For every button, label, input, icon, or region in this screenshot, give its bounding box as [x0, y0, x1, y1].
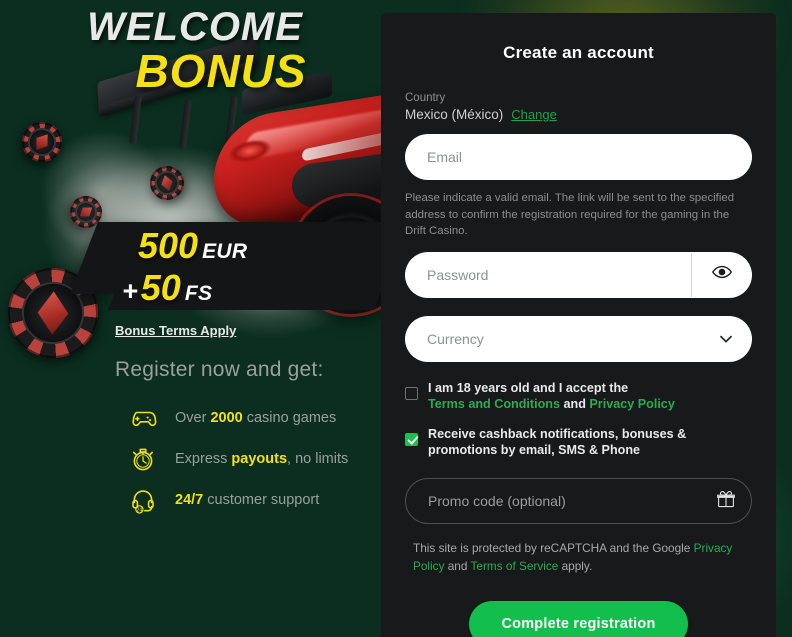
- register-now-heading: Register now and get:: [115, 358, 324, 381]
- recaptcha-text-before: This site is protected by reCAPTCHA and …: [413, 541, 694, 556]
- age-terms-text-before: I am 18 years old and I accept the: [428, 380, 629, 395]
- bonus-amount-currency: EUR: [202, 240, 248, 263]
- terms-and-conditions-link[interactable]: Terms and Conditions: [428, 397, 560, 411]
- feature-list: Over 2000 casino games Express payouts, …: [128, 400, 348, 523]
- country-label: Country: [405, 92, 446, 104]
- submit-area: Complete registration: [405, 600, 752, 637]
- feature-highlight: 2000: [210, 410, 243, 426]
- marketing-consent-text: Receive cashback notifications, bonuses …: [428, 426, 687, 457]
- age-terms-between: and: [560, 396, 590, 411]
- feature-highlight: 24/7: [175, 492, 204, 508]
- registration-page: WELCOME BONUS 500 EUR +50 FS Bonus Terms A…: [0, 0, 792, 637]
- svg-text:24: 24: [137, 507, 143, 513]
- privacy-policy-link[interactable]: Privacy Policy: [589, 397, 674, 411]
- feature-prefix: Express: [175, 451, 232, 467]
- eye-icon: [711, 261, 733, 288]
- feature-item-support: 24 24/7 customer support: [128, 482, 348, 518]
- bonus-spins-value: 50: [140, 267, 181, 308]
- complete-registration-button[interactable]: Complete registration: [469, 600, 688, 637]
- currency-select[interactable]: Currency: [405, 315, 752, 362]
- recaptcha-between: and: [444, 559, 471, 574]
- recaptcha-text-after: apply.: [558, 559, 593, 574]
- chevron-down-icon: [700, 316, 752, 362]
- feature-text: Over 2000 casino games: [175, 410, 336, 426]
- gift-icon: [716, 489, 736, 514]
- country-value: Mexico (México): [405, 107, 504, 122]
- email-input[interactable]: [405, 134, 752, 180]
- age-terms-checkbox[interactable]: [405, 386, 418, 400]
- bonus-terms-link[interactable]: Bonus Terms Apply: [115, 323, 236, 338]
- email-hint-text: Please indicate a valid email. The link …: [405, 192, 735, 238]
- currency-select-value: Currency: [427, 330, 484, 347]
- promo-code-field[interactable]: [405, 478, 752, 525]
- age-terms-text: I am 18 years old and I accept the Terms…: [428, 380, 675, 412]
- email-field[interactable]: [405, 134, 752, 180]
- registration-form-panel: Create an account Country Mexico (México…: [381, 13, 776, 637]
- bonus-spins-unit: FS: [184, 282, 213, 305]
- password-field[interactable]: [405, 251, 752, 298]
- promo-code-input[interactable]: [406, 479, 701, 524]
- headline-welcome: WELCOME: [87, 5, 303, 49]
- marketing-consent-checkbox[interactable]: [405, 432, 418, 446]
- feature-highlight: payouts: [231, 451, 288, 467]
- feature-prefix: Over: [175, 410, 211, 426]
- feature-suffix: , no limits: [287, 451, 349, 467]
- headline-bonus: BONUS: [135, 45, 307, 97]
- bonus-amount-text: 500 EUR +50 FS: [120, 228, 366, 306]
- country-row: Mexico (México) Change: [405, 107, 752, 122]
- chip-diamond-icon: [159, 174, 175, 193]
- recaptcha-notice: This site is protected by reCAPTCHA and …: [405, 539, 752, 576]
- apply-promo-button[interactable]: [701, 478, 751, 524]
- feature-suffix: casino games: [242, 410, 337, 426]
- promo-headline: WELCOME BONUS: [0, 6, 372, 94]
- google-terms-of-service-link[interactable]: Terms of Service: [471, 559, 559, 573]
- bonus-plus-sign: +: [122, 276, 138, 306]
- bonus-amount-value: 500: [138, 225, 199, 266]
- feature-text: Express payouts, no limits: [175, 451, 348, 467]
- bonus-amount-row-spins: +50 FS: [122, 270, 366, 306]
- car-wing-strut: [179, 99, 192, 149]
- feature-text: 24/7 customer support: [175, 492, 319, 508]
- age-terms-row: I am 18 years old and I accept the Terms…: [405, 380, 752, 412]
- password-input[interactable]: [405, 251, 691, 298]
- headset-support-icon: 24: [128, 485, 158, 515]
- chip-diamond-icon: [37, 291, 69, 335]
- toggle-password-visibility-button[interactable]: [692, 252, 752, 298]
- change-country-link[interactable]: Change: [511, 107, 557, 122]
- chip-diamond-icon: [31, 130, 53, 154]
- feature-suffix: customer support: [203, 492, 320, 508]
- marketing-consent-row: Receive cashback notifications, bonuses …: [405, 426, 752, 458]
- feature-item-payouts: Express payouts, no limits: [128, 441, 348, 477]
- chip-diamond-icon: [77, 203, 96, 221]
- gamepad-icon: [128, 403, 158, 433]
- feature-item-casino-games: Over 2000 casino games: [128, 400, 348, 436]
- bonus-amount-row-money: 500 EUR: [138, 228, 366, 264]
- page-title: Create an account: [503, 43, 654, 62]
- stopwatch-icon: [128, 444, 158, 474]
